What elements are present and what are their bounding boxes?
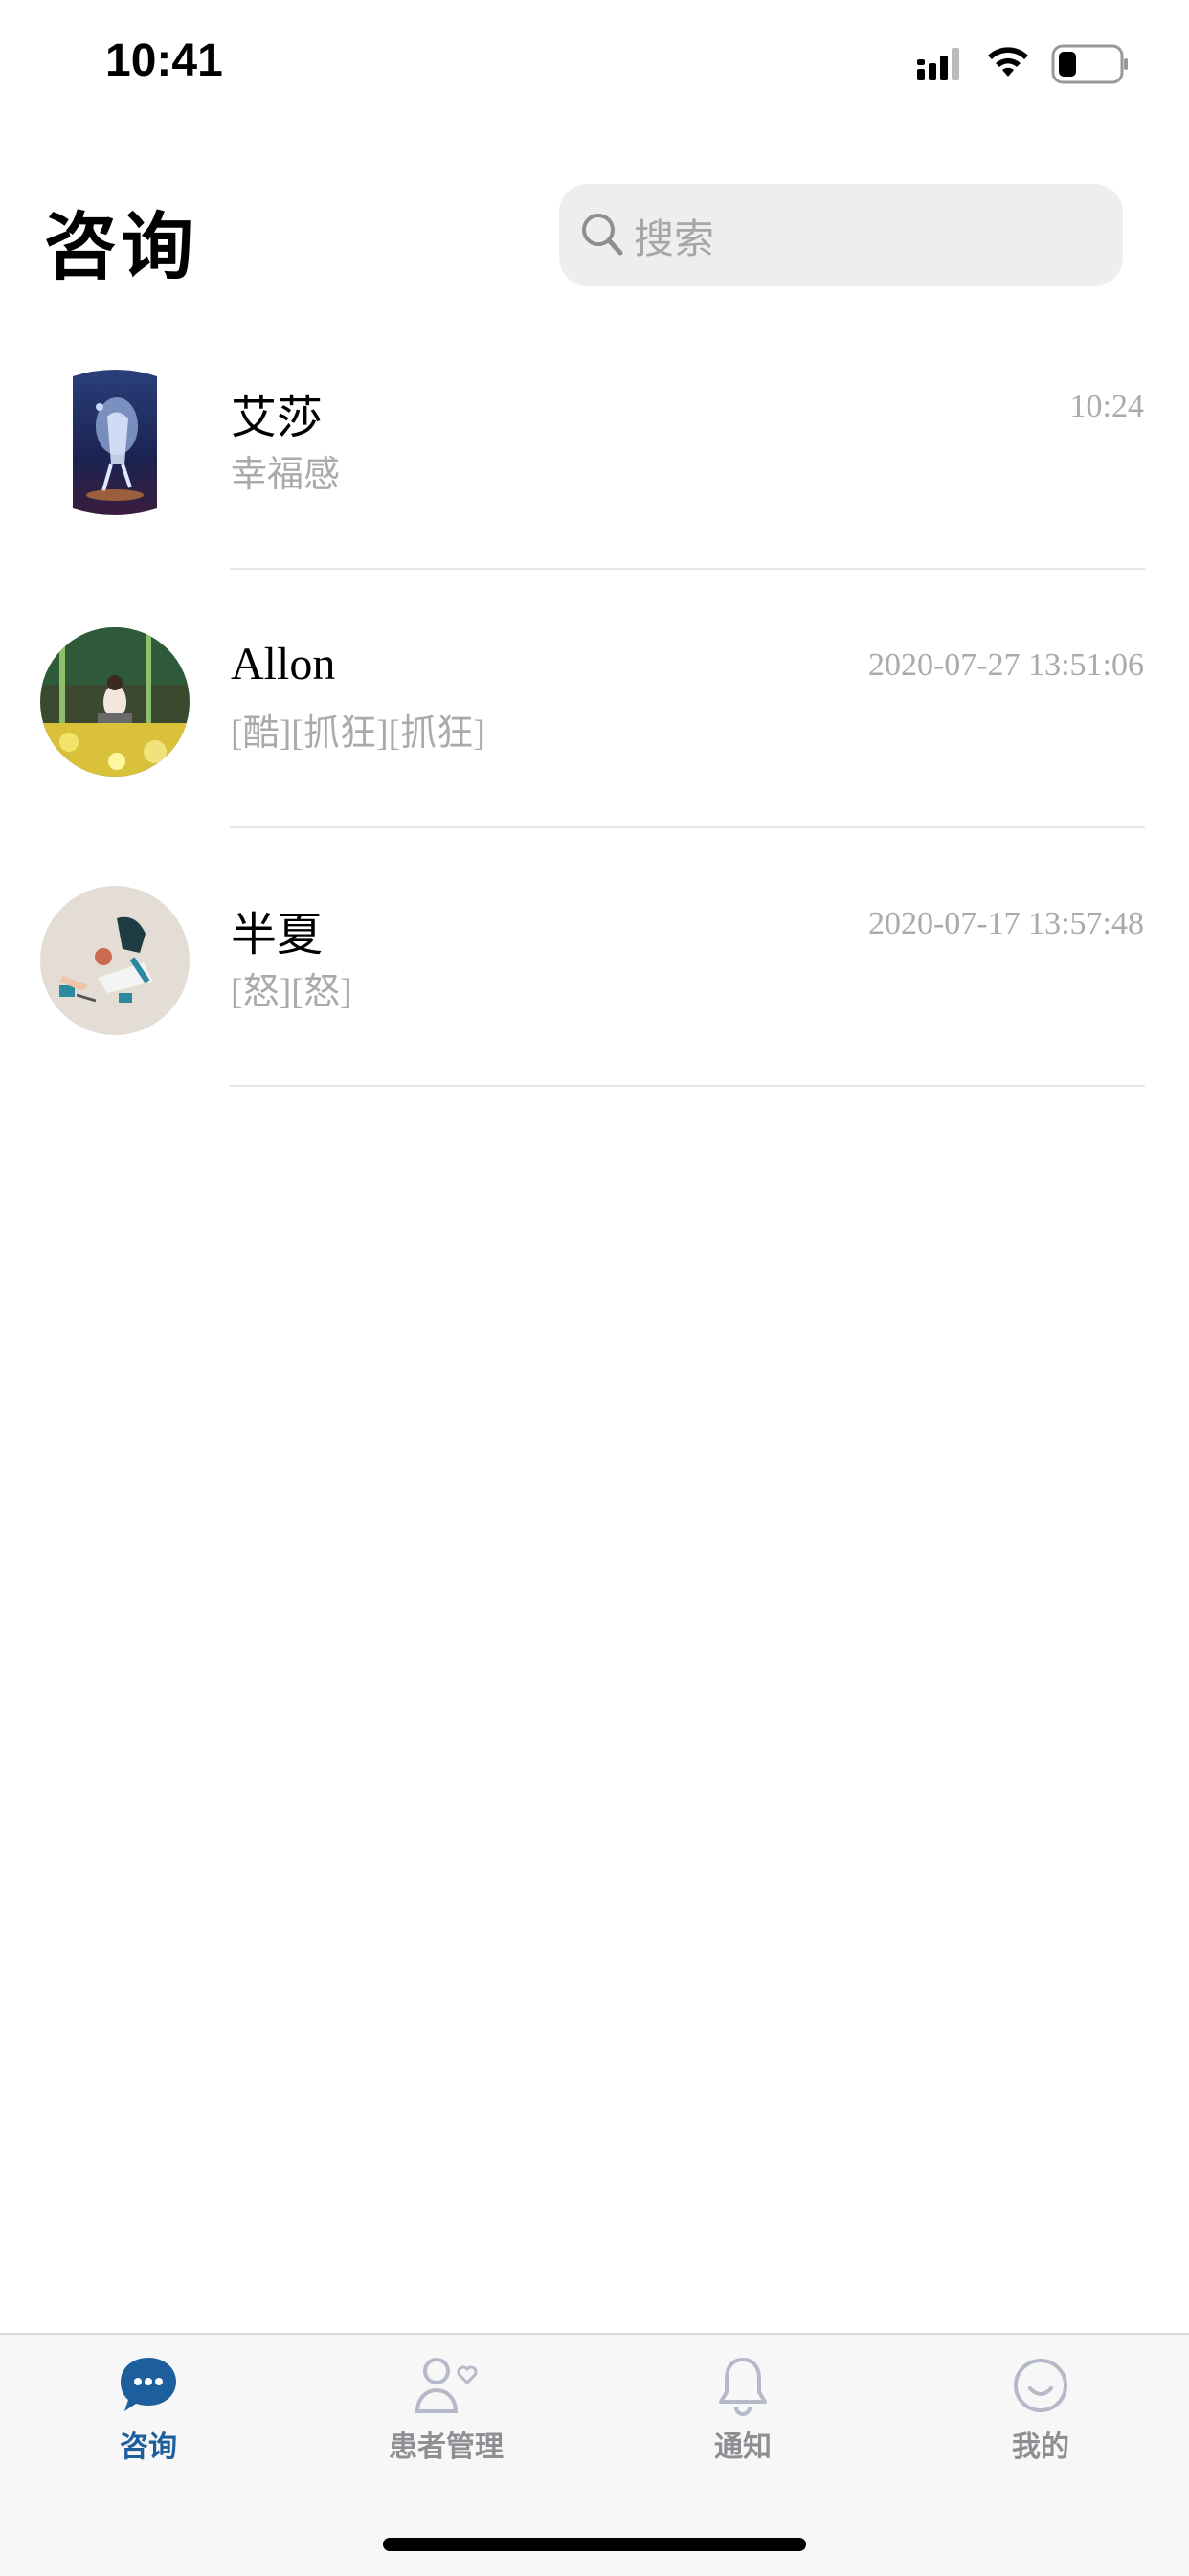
tab-notifications[interactable]: 通知 [628, 2354, 858, 2497]
message-time: 2020-07-27 13:51:06 [867, 647, 1144, 683]
search-icon [582, 214, 623, 256]
divider [230, 1085, 1145, 1087]
tab-label: 咨询 [120, 2430, 177, 2464]
character-portrait-avatar [73, 370, 157, 515]
message-preview: 幸福感 [231, 455, 341, 495]
tab-label: 患者管理 [389, 2430, 504, 2464]
smile-icon [1014, 2359, 1067, 2412]
battery-icon [1051, 44, 1128, 84]
message-preview: [酷][抓狂][抓狂] [231, 713, 485, 754]
bell-icon [719, 2358, 767, 2416]
home-indicator[interactable] [383, 2538, 806, 2551]
wifi-icon [988, 47, 1028, 77]
chat-bubble-icon [121, 2358, 176, 2411]
conversation-list: 艾莎 10:24 幸福感 Allon 2020-07-27 13:51:06 [… [0, 345, 1189, 1120]
tab-label: 通知 [714, 2430, 772, 2464]
contact-name: 艾莎 [231, 393, 324, 443]
cellular-signal-icon [917, 48, 959, 80]
avatar[interactable] [40, 627, 190, 777]
contact-name: Allon [231, 639, 336, 689]
tab-profile[interactable]: 我的 [926, 2354, 1155, 2497]
tab-label: 我的 [1012, 2430, 1069, 2464]
avatar[interactable] [40, 886, 190, 1035]
status-bar: 10:41 [0, 0, 1189, 126]
conversation-item[interactable]: Allon 2020-07-27 13:51:06 [酷][抓狂][抓狂] [0, 603, 1189, 862]
divider [230, 826, 1145, 828]
search-placeholder: 搜索 [634, 215, 715, 262]
illustration-avatar [40, 886, 190, 1035]
search-input[interactable]: 搜索 [559, 184, 1123, 286]
contact-name: 半夏 [231, 910, 324, 960]
conversation-item[interactable]: 半夏 2020-07-17 13:57:48 [怒][怒] [0, 862, 1189, 1120]
message-time: 10:24 [1069, 389, 1144, 424]
conversation-item[interactable]: 艾莎 10:24 幸福感 [0, 345, 1189, 603]
message-time: 2020-07-17 13:57:48 [867, 906, 1144, 941]
photo-avatar [40, 627, 190, 777]
message-preview: [怒][怒] [231, 972, 352, 1012]
page-title: 咨询 [44, 204, 197, 289]
patient-heart-icon [415, 2358, 478, 2413]
avatar[interactable] [40, 369, 190, 518]
tab-consult[interactable]: 咨询 [34, 2354, 263, 2497]
tab-patient-management[interactable]: 患者管理 [331, 2354, 561, 2497]
divider [230, 568, 1145, 570]
status-time: 10:41 [105, 35, 223, 86]
